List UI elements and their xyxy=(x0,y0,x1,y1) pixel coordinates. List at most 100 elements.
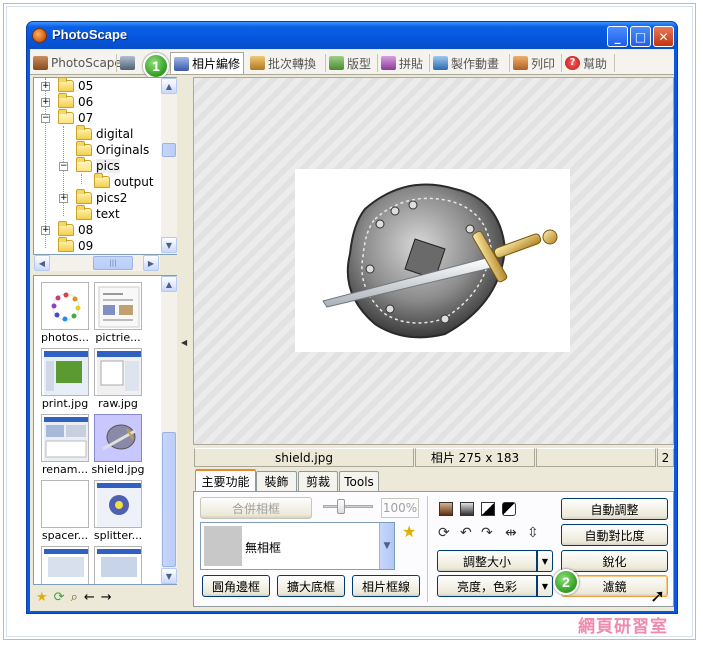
expand-icon[interactable]: + xyxy=(41,98,50,107)
scroll-thumb[interactable] xyxy=(162,432,176,567)
back-icon[interactable]: ← xyxy=(84,590,95,605)
tab-label: 拼貼 xyxy=(399,56,424,71)
tab-editor[interactable]: 相片編修 xyxy=(170,52,245,74)
thumbnail-panel[interactable]: photos... pictrie... print.jpg raw.jpg r… xyxy=(33,275,177,585)
tab-label: 列印 xyxy=(531,56,556,71)
tree-item[interactable]: + 06 xyxy=(34,93,93,110)
frame-zoom-field[interactable]: 100% xyxy=(381,498,419,518)
tree-item-label: 07 xyxy=(78,111,94,125)
thumbnail-image[interactable] xyxy=(41,282,89,330)
folder-search-icon[interactable]: ⌕ xyxy=(71,590,78,605)
refresh-icon[interactable]: ⟳ xyxy=(54,590,65,605)
rotate-right-icon[interactable]: ↷ xyxy=(481,525,493,541)
minimize-button[interactable]: _ xyxy=(607,26,628,47)
folder-icon xyxy=(76,205,92,220)
hscroll-thumb[interactable]: ||| xyxy=(93,256,133,270)
tree-item-selected[interactable]: − pics xyxy=(34,157,120,174)
tree-item[interactable]: output xyxy=(34,173,154,190)
favorite-star-icon[interactable]: ★ xyxy=(402,522,416,541)
expand-canvas-button[interactable]: 擴大底框 xyxy=(277,575,345,597)
tab-separator xyxy=(509,54,510,72)
negative-icon[interactable] xyxy=(502,502,516,516)
edit-tab-decoration[interactable]: 裝飾 xyxy=(256,471,297,491)
frame-slider-track[interactable] xyxy=(323,505,373,508)
flip-vertical-icon[interactable]: ⇳ xyxy=(527,525,539,541)
scroll-right-button[interactable]: ▶ xyxy=(143,255,159,271)
thumbnail-image-selected[interactable] xyxy=(94,414,142,462)
thumbnail-image[interactable] xyxy=(94,348,142,396)
forward-icon[interactable]: → xyxy=(101,590,112,605)
partial-thumb xyxy=(44,549,88,577)
tree-item[interactable]: Originals xyxy=(34,141,149,158)
edit-tab-main[interactable]: 主要功能 xyxy=(195,469,256,492)
frame-dropdown-button[interactable]: ▼ xyxy=(379,523,394,569)
close-button[interactable]: ✕ xyxy=(653,26,674,47)
tab-photoscape[interactable]: PhotoScape xyxy=(33,52,122,74)
collapse-panel-icon[interactable]: ◀ xyxy=(181,338,187,347)
expand-icon[interactable]: + xyxy=(59,194,68,203)
tree-item[interactable]: + 05 xyxy=(34,77,93,94)
tab-help[interactable]: ? 幫助 xyxy=(565,52,607,74)
flip-horizontal-icon[interactable]: ⇹ xyxy=(505,525,517,541)
round-corner-button[interactable]: 圓角邊框 xyxy=(202,575,270,597)
expand-icon[interactable]: + xyxy=(41,82,50,91)
grayscale-icon[interactable] xyxy=(460,502,474,516)
thumbnail-image[interactable] xyxy=(41,414,89,462)
merge-frame-button[interactable]: 合併相框 xyxy=(200,497,312,519)
scroll-up-button[interactable]: ▲ xyxy=(161,276,177,292)
scroll-up-button[interactable]: ▲ xyxy=(161,78,177,94)
tab-print[interactable]: 列印 xyxy=(513,52,555,74)
star-icon[interactable]: ★ xyxy=(36,590,48,605)
frame-slider-knob[interactable] xyxy=(337,499,345,514)
tab-viewer[interactable] xyxy=(120,52,135,74)
tree-item[interactable]: + pics2 xyxy=(34,189,127,206)
tab-gif[interactable]: 製作動畫 xyxy=(433,52,499,74)
auto-contrast-button[interactable]: 自動對比度 xyxy=(561,524,668,546)
tab-combine[interactable]: 拼貼 xyxy=(381,52,423,74)
scroll-left-button[interactable]: ◀ xyxy=(34,255,50,271)
brightness-color-button[interactable]: 亮度，色彩 xyxy=(437,575,537,597)
chevron-left-icon: ◀ xyxy=(38,258,46,268)
mouse-cursor-icon: ➚ xyxy=(650,586,666,607)
thumbnail-image[interactable] xyxy=(41,480,89,528)
thumbnail-image[interactable] xyxy=(94,282,142,330)
folder-tree[interactable]: + 05 + 06 − 07 digital Originals − pics … xyxy=(33,77,177,255)
maximize-button[interactable]: □ xyxy=(630,26,651,47)
tree-scrollbar[interactable] xyxy=(161,78,177,254)
tab-page[interactable]: 版型 xyxy=(329,52,371,74)
auto-level-button[interactable]: 自動調整 xyxy=(561,498,668,520)
brightness-dropdown-button[interactable]: ▼ xyxy=(537,575,553,597)
chevron-down-icon: ▼ xyxy=(165,240,173,250)
resize-dropdown-button[interactable]: ▼ xyxy=(537,550,553,572)
tree-item[interactable]: − 07 xyxy=(34,109,94,126)
photo-canvas[interactable] xyxy=(295,169,570,352)
tree-item-label: digital xyxy=(96,127,134,141)
edit-tab-crop[interactable]: 剪裁 xyxy=(298,471,338,491)
thumbnail-label: spacer... xyxy=(41,529,89,542)
folder-open-icon xyxy=(76,157,92,172)
tree-item[interactable]: digital xyxy=(34,125,134,142)
sepia-icon[interactable] xyxy=(439,502,453,516)
tree-item[interactable]: 09 xyxy=(34,237,93,254)
thumbnail-image[interactable] xyxy=(94,546,142,584)
collapse-icon[interactable]: − xyxy=(41,114,50,123)
thumbnail-image[interactable] xyxy=(41,546,89,584)
rotate-left-icon[interactable]: ↶ xyxy=(460,525,472,541)
print-thumb xyxy=(44,351,88,395)
thumbnail-image[interactable] xyxy=(41,348,89,396)
thumbnail-image[interactable] xyxy=(94,480,142,528)
scroll-down-button[interactable]: ▼ xyxy=(161,237,177,253)
collapse-icon[interactable]: − xyxy=(59,162,68,171)
rotate-icon[interactable]: ⟳ xyxy=(438,525,450,541)
tree-item[interactable]: text xyxy=(34,205,120,222)
scroll-down-button[interactable]: ▼ xyxy=(161,568,177,584)
expand-icon[interactable]: + xyxy=(41,226,50,235)
scroll-thumb[interactable] xyxy=(162,143,176,157)
resize-button[interactable]: 調整大小 xyxy=(437,550,537,572)
sharpen-button[interactable]: 銳化 xyxy=(561,550,668,572)
tree-item[interactable]: + 08 xyxy=(34,221,93,238)
tab-batch[interactable]: 批次轉換 xyxy=(250,52,316,74)
edit-tab-tools[interactable]: Tools xyxy=(339,471,379,491)
black-white-icon[interactable] xyxy=(481,502,495,516)
frame-line-button[interactable]: 相片框線 xyxy=(352,575,420,597)
